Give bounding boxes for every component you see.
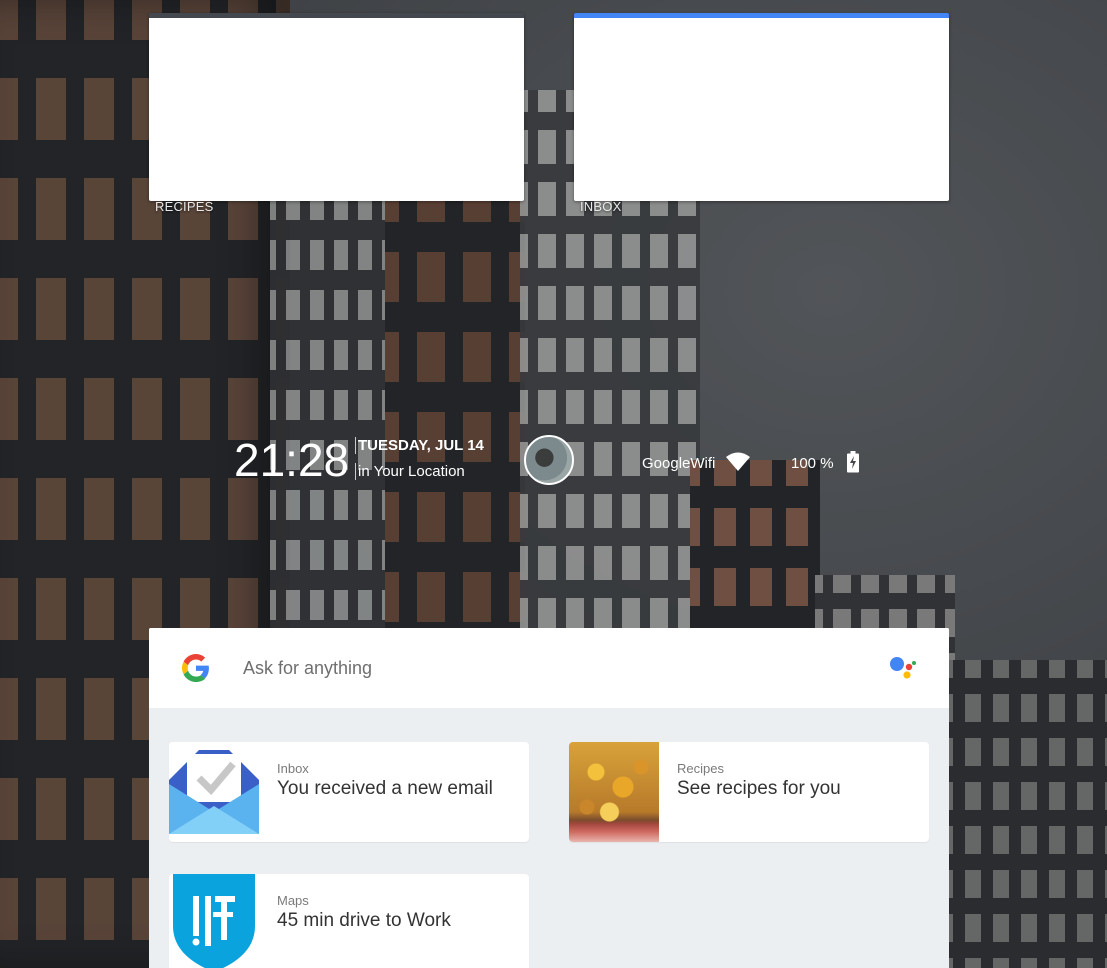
card-source: Recipes — [677, 761, 724, 776]
search-input[interactable]: Ask for anything — [243, 658, 372, 679]
date-text: TUESDAY, JUL 14 — [355, 437, 484, 454]
card-source: Inbox — [277, 761, 309, 776]
card-message: You received a new email — [277, 778, 493, 799]
clock: 21:28 — [234, 434, 350, 486]
google-logo-icon — [182, 654, 210, 687]
inbox-app-icon — [169, 742, 259, 842]
recipe-photo — [569, 742, 659, 842]
wifi-icon — [726, 452, 750, 477]
google-assistant-icon[interactable] — [887, 654, 917, 689]
card-message: See recipes for you — [677, 778, 841, 799]
inbox-widget[interactable] — [574, 13, 949, 201]
ist-logo — [169, 874, 259, 968]
search-bar[interactable]: Ask for anything — [149, 628, 949, 708]
maps-card[interactable]: Maps 45 min drive to Work — [169, 874, 529, 968]
battery-percent: 100 % — [791, 455, 834, 472]
wifi-name: GoogleWifi — [642, 455, 716, 472]
battery-charging-icon — [847, 451, 859, 478]
location-text: in Your Location — [355, 463, 465, 480]
recipes-card[interactable]: Recipes See recipes for you — [569, 742, 929, 842]
recipes-widget-label: RECIPES — [155, 199, 214, 214]
inbox-widget-label: INBOX — [580, 199, 622, 214]
assistant-panel: Ask for anything Inbox You received a ne… — [149, 628, 949, 968]
card-source: Maps — [277, 893, 309, 908]
card-message: 45 min drive to Work — [277, 910, 451, 931]
avatar[interactable] — [524, 435, 574, 485]
inbox-card[interactable]: Inbox You received a new email — [169, 742, 529, 842]
recipes-widget[interactable] — [149, 13, 524, 201]
